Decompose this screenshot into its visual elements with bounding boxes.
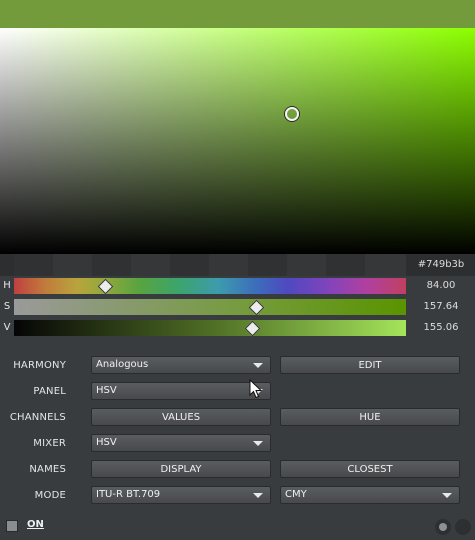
color-preview-swatch [0, 0, 475, 28]
saturation-slider-row: S 157.64 [0, 297, 475, 317]
channels-label: CHANNELS [9, 412, 66, 423]
panel-dropdown[interactable]: HSV [91, 382, 271, 400]
value-slider-thumb[interactable] [245, 320, 261, 337]
chevron-down-icon [442, 493, 452, 498]
mode-dropdown[interactable]: ITU-R BT.709 [91, 486, 271, 504]
slider-letter: H [3, 280, 11, 291]
mixer-dropdown[interactable]: HSV [91, 434, 271, 452]
swatch-cell[interactable] [209, 254, 248, 276]
hue-slider-row: H 84.00 [0, 276, 475, 296]
swatch-cell[interactable] [287, 254, 326, 276]
slider-letter: S [3, 301, 11, 312]
color-model-dropdown-value: CMY [285, 489, 307, 500]
hex-readout[interactable]: #749b3b [407, 254, 475, 276]
swatch-cell[interactable] [92, 254, 131, 276]
harmony-label: HARMONY [13, 360, 66, 371]
radio-dot-icon[interactable] [435, 519, 451, 535]
chevron-down-icon [253, 363, 263, 368]
values-button[interactable]: VALUES [91, 408, 271, 426]
value-slider-track[interactable] [14, 320, 406, 337]
names-label: NAMES [29, 464, 66, 475]
on-checkbox[interactable] [6, 520, 18, 532]
mode-label: MODE [34, 490, 66, 501]
harmony-dropdown-value: Analogous [96, 359, 149, 370]
saturation-value-field[interactable] [0, 28, 475, 254]
mixer-label: MIXER [33, 438, 66, 449]
slider-letter: V [3, 322, 11, 333]
harmony-dropdown[interactable]: Analogous [91, 356, 271, 374]
value-slider-row: V 155.06 [0, 318, 475, 338]
radio-dot-icon[interactable] [455, 519, 471, 535]
hue-slider-thumb[interactable] [98, 278, 114, 295]
hue-slider-track[interactable] [14, 278, 406, 295]
saturation-value[interactable]: 157.64 [407, 297, 475, 317]
saturation-slider-thumb[interactable] [248, 299, 265, 316]
color-model-dropdown[interactable]: CMY [280, 486, 460, 504]
swatch-cell[interactable] [326, 254, 365, 276]
mode-dropdown-value: ITU-R BT.709 [96, 489, 161, 500]
edit-button[interactable]: EDIT [280, 356, 460, 374]
swatch-cell[interactable] [248, 254, 287, 276]
swatch-history-row [0, 254, 475, 276]
value-value[interactable]: 155.06 [407, 318, 475, 338]
chevron-down-icon [253, 441, 263, 446]
hue-value[interactable]: 84.00 [407, 276, 475, 296]
panel-label: PANEL [33, 386, 66, 397]
display-button[interactable]: DISPLAY [91, 460, 271, 478]
swatch-cell[interactable] [365, 254, 406, 276]
swatch-cell[interactable] [14, 254, 53, 276]
swatch-cell[interactable] [131, 254, 170, 276]
chevron-down-icon [253, 493, 263, 498]
mixer-dropdown-value: HSV [96, 437, 117, 448]
hue-button[interactable]: HUE [280, 408, 460, 426]
sv-picker-handle[interactable] [285, 107, 299, 121]
panel-dropdown-value: HSV [96, 385, 117, 396]
saturation-slider-track[interactable] [14, 299, 406, 316]
swatch-cell[interactable] [53, 254, 92, 276]
swatch-cell[interactable] [170, 254, 209, 276]
on-label[interactable]: ON [27, 519, 44, 530]
closest-button[interactable]: CLOSEST [280, 460, 460, 478]
mouse-pointer-icon [249, 379, 263, 399]
